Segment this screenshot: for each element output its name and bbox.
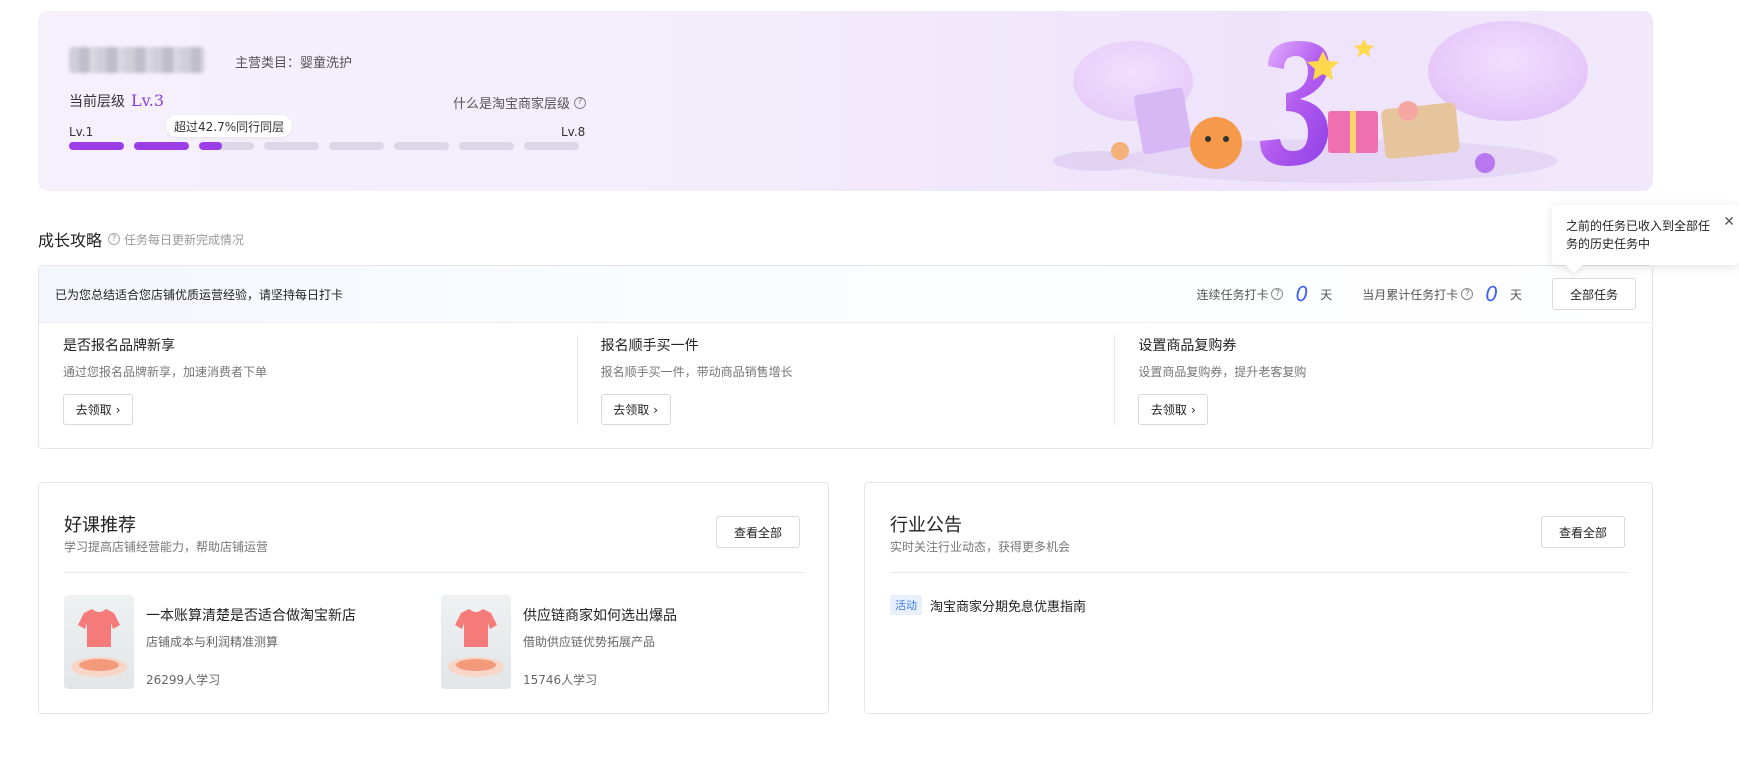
close-icon[interactable]: ✕	[1723, 213, 1735, 231]
growth-title: 成长攻略	[38, 231, 103, 250]
history-tasks-popover: 之前的任务已收入到全部任务的历史任务中 ✕	[1552, 205, 1739, 265]
level-progress-segment	[69, 142, 124, 150]
courses-view-all-button[interactable]: 查看全部	[716, 516, 800, 548]
claim-button-label: 去领取	[613, 403, 650, 417]
notice-item[interactable]: 活动 淘宝商家分期免息优惠指南	[890, 595, 1086, 615]
course-item[interactable]: 供应链商家如何选出爆品 借助供应链优势拓展产品 15746人学习	[441, 595, 773, 689]
task-title: 是否报名品牌新享	[63, 338, 175, 354]
course-title: 供应链商家如何选出爆品	[523, 608, 677, 624]
question-icon[interactable]: ?	[108, 233, 121, 245]
course-desc: 借助供应链优势拓展产品	[523, 635, 656, 649]
level-progress-segment	[459, 142, 514, 150]
courses-card: 好课推荐 学习提高店铺经营能力，帮助店铺运营 查看全部 一本账算清楚是否适合做淘…	[38, 482, 829, 714]
chevron-right-icon: ›	[115, 402, 121, 417]
level-progress-bar	[69, 142, 579, 150]
question-icon: ?	[574, 96, 587, 109]
level-progress-segment	[329, 142, 384, 150]
all-tasks-button[interactable]: 全部任务	[1552, 278, 1636, 310]
growth-section-header: 成长攻略 ? 任务每日更新完成情况	[38, 227, 244, 251]
shop-name-blurred	[69, 47, 205, 73]
course-thumbnail	[64, 595, 134, 689]
courses-subtitle: 学习提高店铺经营能力，帮助店铺运营	[64, 540, 269, 554]
streak-label: 连续任务打卡	[1196, 287, 1269, 302]
divider	[64, 572, 804, 573]
notices-view-all-button[interactable]: 查看全部	[1541, 516, 1625, 548]
tshirt-icon	[448, 609, 504, 677]
tasks-list: 是否报名品牌新享 通过您报名品牌新享，加速消费者下单 去领取 › 报名顺手买一件…	[39, 323, 1652, 425]
tasks-card: 已为您总结适合您店铺优质运营经验，请坚持每日打卡 连续任务打卡 ? 0 天 当月…	[38, 265, 1653, 449]
level-progress-segment	[524, 142, 579, 150]
level-progress-segment	[264, 142, 319, 150]
monthly-counter: 当月累计任务打卡 ? 0 天	[1362, 282, 1522, 306]
current-level-label: 当前层级	[69, 94, 125, 110]
chevron-right-icon: ›	[653, 402, 659, 417]
level-max-label: Lv.8	[561, 125, 586, 139]
tasks-tip: 已为您总结适合您店铺优质运营经验，请坚持每日打卡	[55, 287, 344, 302]
notice-text: 淘宝商家分期免息优惠指南	[930, 599, 1087, 615]
claim-button[interactable]: 去领取 ›	[63, 394, 133, 425]
task-desc: 设置商品复购券，提升老客复购	[1138, 365, 1307, 379]
notices-card: 行业公告 实时关注行业动态，获得更多机会 查看全部 活动 淘宝商家分期免息优惠指…	[864, 482, 1653, 714]
question-icon[interactable]: ?	[1271, 288, 1284, 300]
task-desc: 报名顺手买一件，带动商品销售增长	[600, 365, 793, 379]
level-banner: 主营类目：婴童洗护 当前层级 Lv.3 什么是淘宝商家层级 ? 超过42.7%同…	[38, 11, 1653, 191]
course-thumbnail	[441, 595, 511, 689]
tshirt-icon	[71, 609, 127, 677]
level-3-illustration	[1053, 21, 1588, 183]
task-item: 是否报名品牌新享 通过您报名品牌新享，加速消费者下单 去领取 ›	[39, 335, 577, 425]
growth-subtitle-text: 任务每日更新完成情况	[124, 232, 245, 247]
monthly-label: 当月累计任务打卡	[1362, 287, 1459, 302]
popover-text: 之前的任务已收入到全部任务的历史任务中	[1566, 219, 1711, 251]
course-learners: 26299人学习	[146, 673, 221, 687]
task-item: 报名顺手买一件 报名顺手买一件，带动商品销售增长 去领取 ›	[576, 335, 1115, 425]
chevron-right-icon: ›	[1190, 402, 1196, 417]
monthly-value: 0	[1485, 282, 1498, 306]
level-help-link[interactable]: 什么是淘宝商家层级 ?	[453, 93, 587, 112]
course-item[interactable]: 一本账算清楚是否适合做淘宝新店 店铺成本与利润精准测算 26299人学习	[64, 595, 396, 689]
question-icon[interactable]: ?	[1461, 288, 1474, 300]
course-info: 供应链商家如何选出爆品 借助供应链优势拓展产品 15746人学习	[523, 595, 773, 689]
level-progress-fill	[199, 142, 223, 150]
notices-subtitle: 实时关注行业动态，获得更多机会	[890, 540, 1071, 554]
divider	[890, 572, 1628, 573]
streak-counter: 连续任务打卡 ? 0 天	[1196, 282, 1332, 306]
task-desc: 通过您报名品牌新享，加速消费者下单	[63, 365, 268, 379]
streak-unit: 天	[1320, 287, 1333, 302]
peer-ranking-tooltip: 超过42.7%同行同层	[166, 115, 293, 137]
claim-button[interactable]: 去领取 ›	[1138, 394, 1209, 425]
main-category: 主营类目：婴童洗护	[235, 56, 353, 71]
task-item: 设置商品复购券 设置商品复购券，提升老客复购 去领取 ›	[1114, 335, 1652, 425]
level-min-label: Lv.1	[69, 125, 94, 139]
claim-button-label: 去领取	[75, 403, 112, 417]
level-help-label: 什么是淘宝商家层级	[453, 97, 571, 112]
course-info: 一本账算清楚是否适合做淘宝新店 店铺成本与利润精准测算 26299人学习	[146, 595, 396, 689]
level-progress-segment	[134, 142, 189, 150]
level-progress-segment	[199, 142, 254, 150]
claim-button[interactable]: 去领取 ›	[600, 394, 671, 425]
streak-value: 0	[1295, 282, 1309, 306]
notice-tag: 活动	[890, 595, 922, 615]
current-level: 当前层级 Lv.3	[69, 91, 164, 111]
task-title: 设置商品复购券	[1138, 338, 1237, 354]
level-progress-segment	[394, 142, 449, 150]
task-title: 报名顺手买一件	[600, 338, 699, 354]
tasks-header: 已为您总结适合您店铺优质运营经验，请坚持每日打卡 连续任务打卡 ? 0 天 当月…	[39, 266, 1652, 323]
course-desc: 店铺成本与利润精准测算	[146, 635, 279, 649]
current-level-value: Lv.3	[131, 91, 165, 110]
course-title: 一本账算清楚是否适合做淘宝新店	[146, 608, 356, 624]
claim-button-label: 去领取	[1150, 403, 1187, 417]
monthly-unit: 天	[1509, 287, 1522, 302]
notices-title: 行业公告	[890, 515, 962, 536]
growth-subtitle: ? 任务每日更新完成情况	[108, 231, 244, 248]
courses-title: 好课推荐	[64, 515, 136, 536]
course-learners: 15746人学习	[523, 673, 598, 687]
